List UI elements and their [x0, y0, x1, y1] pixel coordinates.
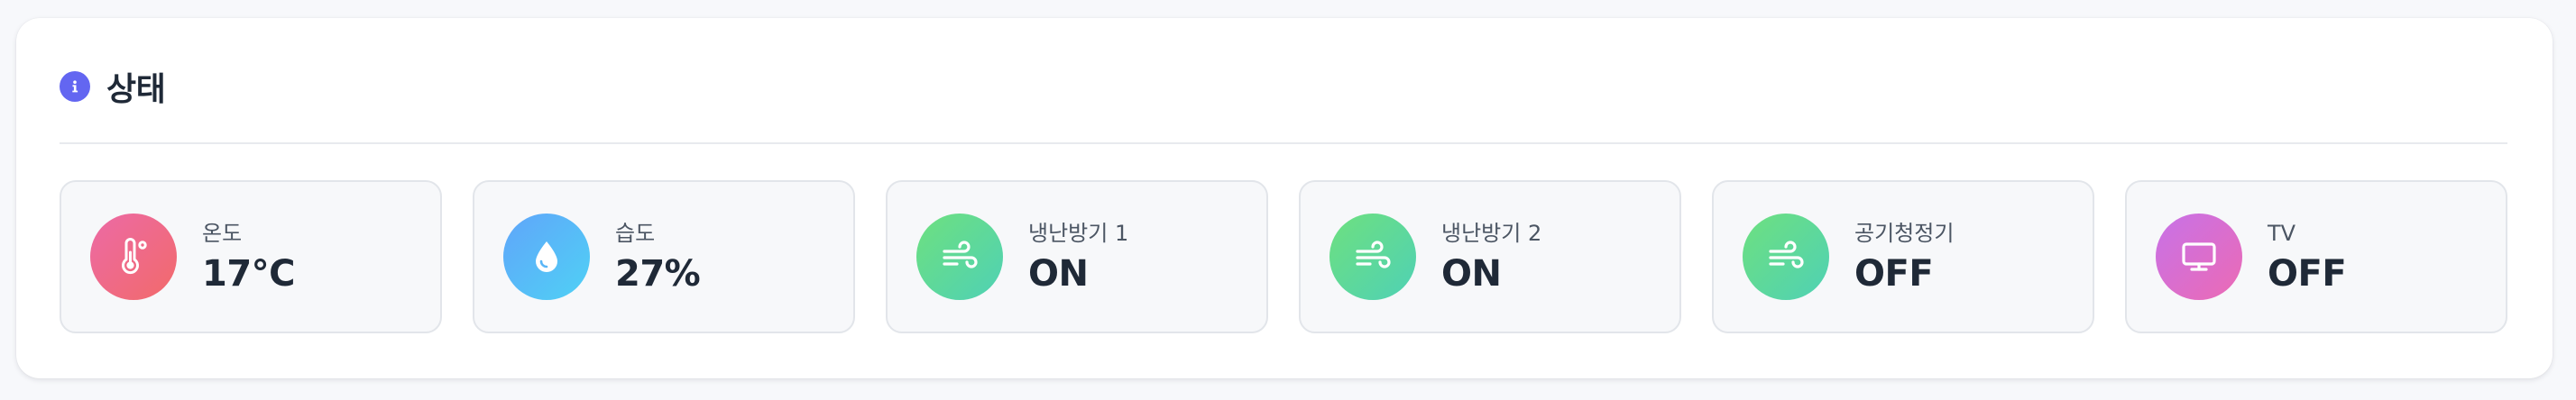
status-card-list: 온도 17°C 습도 27% 냉난방기 1 ON 냉난방기 2 ON 공기청정기…: [60, 180, 2507, 333]
card-value-air-purifier: OFF: [1854, 253, 1934, 295]
status-panel: 상태 온도 17°C 습도 27% 냉난방기 1 ON 냉난방기 2 ON 공기…: [16, 18, 2553, 378]
status-card-humidity: 습도 27%: [473, 180, 855, 333]
info-icon: [60, 71, 90, 102]
status-card-hvac-1: 냉난방기 1 ON: [886, 180, 1268, 333]
status-card-temperature: 온도 17°C: [60, 180, 442, 333]
card-label-humidity: 습도: [615, 221, 656, 246]
panel-title: 상태: [106, 71, 166, 108]
wind-icon: [916, 214, 1003, 300]
card-value-humidity: 27%: [615, 253, 701, 295]
status-card-air-purifier: 공기청정기 OFF: [1712, 180, 2094, 333]
card-value-tv: OFF: [2268, 253, 2347, 295]
card-label-tv: TV: [2268, 221, 2296, 246]
droplet-icon: [503, 214, 590, 300]
status-card-hvac-2: 냉난방기 2 ON: [1299, 180, 1681, 333]
tv-icon: [2156, 214, 2242, 300]
card-label-air-purifier: 공기청정기: [1854, 221, 1955, 246]
card-label-temperature: 온도: [202, 221, 243, 246]
card-value-hvac-2: ON: [1441, 253, 1502, 295]
wind-icon: [1329, 214, 1416, 300]
panel-header: 상태: [60, 65, 166, 108]
card-value-temperature: 17°C: [202, 253, 296, 295]
thermometer-icon: [90, 214, 177, 300]
status-card-tv: TV OFF: [2125, 180, 2507, 333]
card-label-hvac-2: 냉난방기 2: [1441, 221, 1542, 246]
card-value-hvac-1: ON: [1028, 253, 1089, 295]
header-divider: [60, 142, 2507, 144]
wind-icon: [1743, 214, 1829, 300]
card-label-hvac-1: 냉난방기 1: [1028, 221, 1129, 246]
